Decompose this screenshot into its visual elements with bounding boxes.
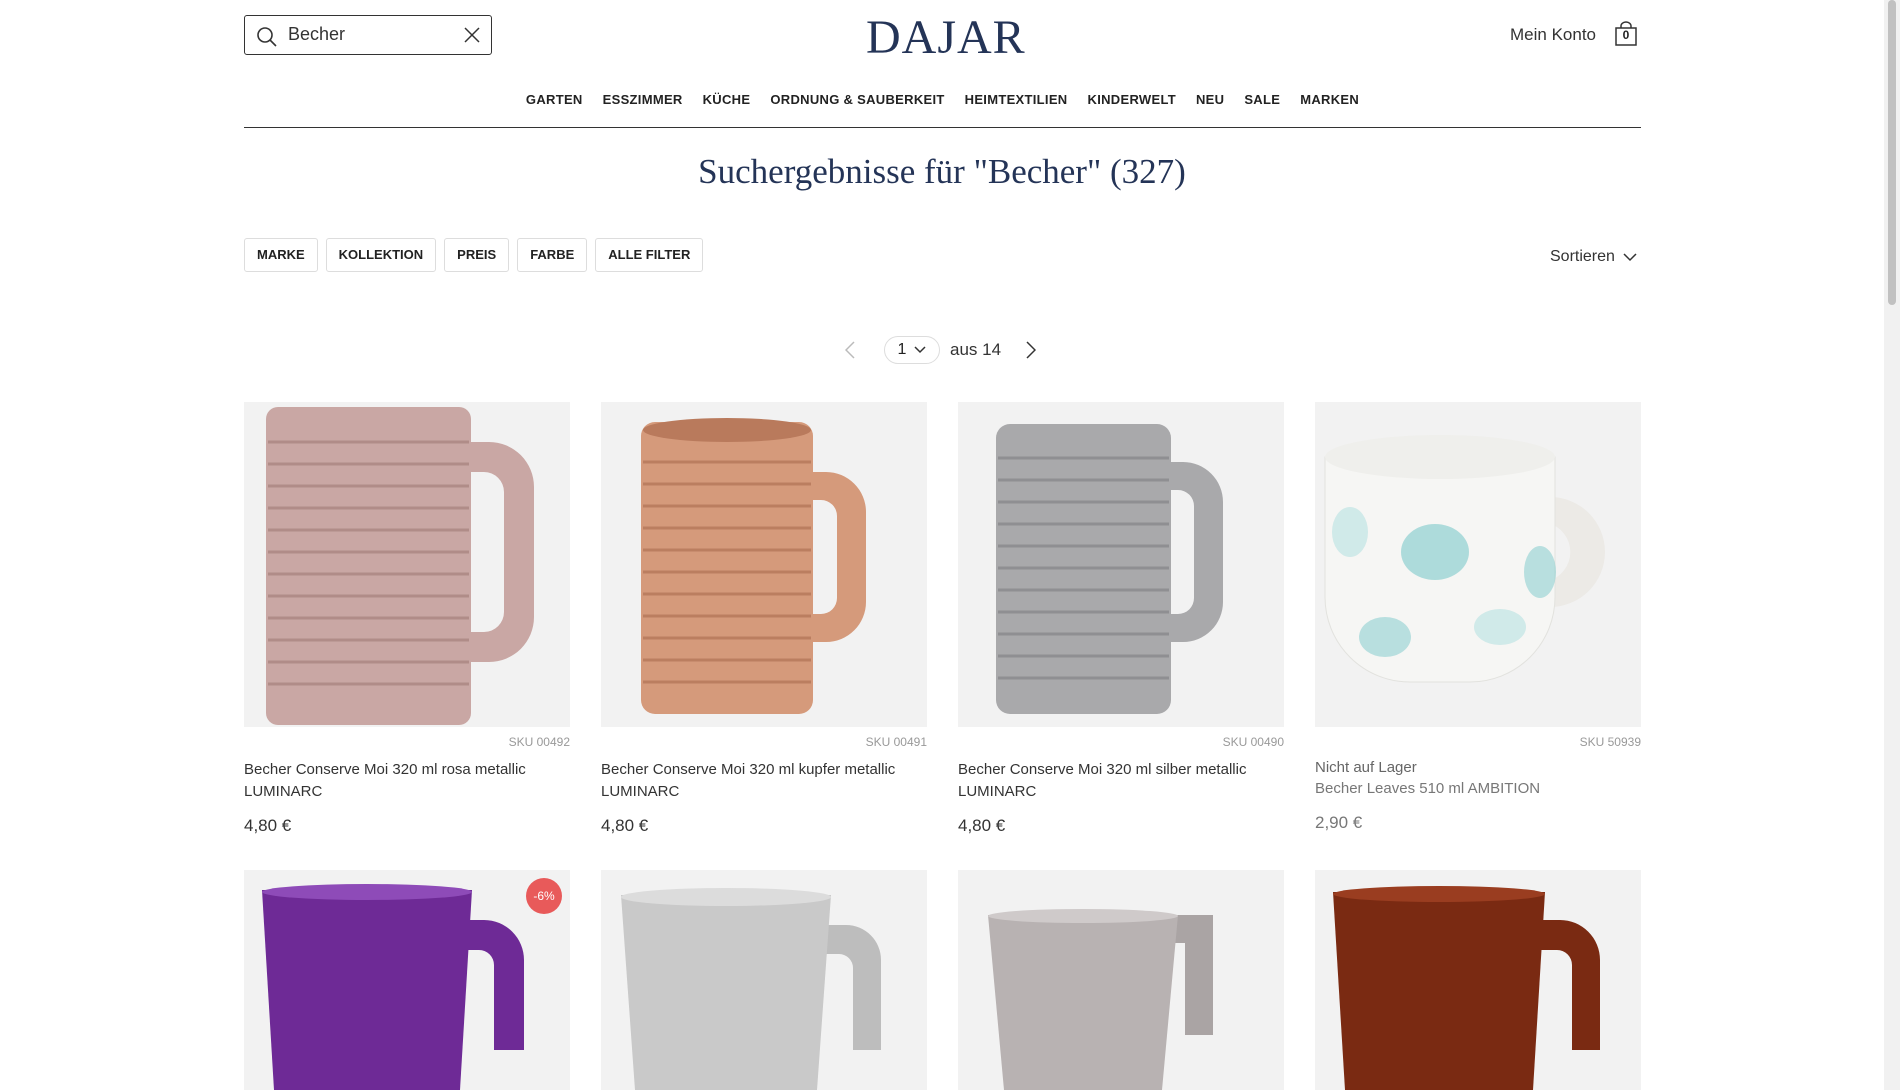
product-card[interactable]: SKU 00491 Becher Conserve Moi 320 ml kup… xyxy=(601,402,927,836)
product-image[interactable] xyxy=(958,402,1284,727)
product-image[interactable] xyxy=(1315,870,1641,1090)
nav-item-marken[interactable]: MARKEN xyxy=(1300,92,1359,107)
search-box[interactable]: Becher xyxy=(244,15,492,55)
next-page-button[interactable] xyxy=(1021,338,1041,362)
stock-status: Nicht auf Lager xyxy=(1315,759,1417,776)
product-card[interactable] xyxy=(601,870,927,1090)
filter-preis[interactable]: PREIS xyxy=(444,238,510,272)
filter-marke[interactable]: MARKE xyxy=(244,238,318,272)
nav-item-heimtextilien[interactable]: HEIMTEXTILIEN xyxy=(965,92,1068,107)
nav-item-esszimmer[interactable]: ESSZIMMER xyxy=(603,92,683,107)
search-icon xyxy=(256,26,278,53)
sort-dropdown[interactable]: Sortieren xyxy=(1550,248,1637,266)
nav-item-kueche[interactable]: KÜCHE xyxy=(703,92,751,107)
product-price: 4,80 € xyxy=(244,816,292,835)
brown-mug-icon xyxy=(1333,886,1600,1090)
product-image[interactable] xyxy=(244,402,570,727)
product-card[interactable] xyxy=(958,870,1284,1090)
nav-item-neu[interactable]: NEU xyxy=(1196,92,1224,107)
ribbed-mug-icon xyxy=(641,418,866,714)
page-title: Suchergebnisse für "Becher" (327) xyxy=(698,152,1186,191)
page-select[interactable]: 1 xyxy=(884,336,940,364)
nav-item-kinderwelt[interactable]: KINDERWELT xyxy=(1088,92,1176,107)
chevron-left-icon xyxy=(845,341,855,359)
chevron-down-icon xyxy=(1623,252,1637,261)
grey-metallic-mug-icon xyxy=(988,909,1213,1090)
filter-kollektion[interactable]: KOLLEKTION xyxy=(325,238,437,272)
product-image[interactable]: -6% xyxy=(244,870,570,1090)
close-icon[interactable] xyxy=(463,26,481,49)
product-price: 2,90 € xyxy=(1315,813,1363,832)
cart-count: 0 xyxy=(1622,28,1630,42)
product-name[interactable]: Becher Conserve Moi 320 ml silber metall… xyxy=(958,759,1284,803)
nav-item-garten[interactable]: GARTEN xyxy=(526,92,583,107)
product-image[interactable] xyxy=(1315,402,1641,727)
main-nav: GARTEN ESSZIMMER KÜCHE ORDNUNG & SAUBERK… xyxy=(244,92,1641,107)
purple-mug-icon xyxy=(262,884,524,1090)
product-name[interactable]: Becher Leaves 510 ml AMBITION xyxy=(1315,778,1641,800)
product-sku: SKU 00490 xyxy=(1222,735,1284,749)
scrollbar-thumb[interactable] xyxy=(1888,0,1896,305)
product-image[interactable] xyxy=(601,870,927,1090)
page-current: 1 xyxy=(897,341,907,358)
page-total: aus 14 xyxy=(950,340,1002,359)
cart-button[interactable]: 0 xyxy=(1614,21,1638,47)
product-image[interactable] xyxy=(601,402,927,727)
product-card[interactable]: -6% xyxy=(244,870,570,1090)
ribbed-mug-icon xyxy=(996,424,1223,714)
product-sku: SKU 00491 xyxy=(865,735,927,749)
filter-farbe[interactable]: FARBE xyxy=(517,238,588,272)
product-card[interactable]: SKU 00492 Becher Conserve Moi 320 ml ros… xyxy=(244,402,570,836)
filter-bar: MARKE KOLLEKTION PREIS FARBE ALLE FILTER xyxy=(244,238,704,272)
brand-logo[interactable]: DAJAR xyxy=(866,10,1026,65)
product-price: 4,80 € xyxy=(601,816,649,835)
sort-label: Sortieren xyxy=(1550,248,1615,265)
account-link[interactable]: Mein Konto xyxy=(1510,25,1596,45)
product-price: 4,80 € xyxy=(958,816,1006,835)
product-name[interactable]: Becher Conserve Moi 320 ml kupfer metall… xyxy=(601,759,927,803)
product-sku: SKU 50939 xyxy=(1579,735,1641,749)
chevron-right-icon xyxy=(1026,341,1037,359)
page-scrollbar[interactable] xyxy=(1884,0,1900,1090)
product-card[interactable] xyxy=(1315,870,1641,1090)
pagination: 1 aus 14 xyxy=(840,334,1041,366)
ribbed-mug-icon xyxy=(266,407,534,725)
product-name[interactable]: Becher Conserve Moi 320 ml rosa metallic… xyxy=(244,759,570,803)
product-sku: SKU 00492 xyxy=(508,735,570,749)
discount-badge: -6% xyxy=(526,878,562,914)
product-card[interactable]: SKU 00490 Becher Conserve Moi 320 ml sil… xyxy=(958,402,1284,836)
prev-page-button[interactable] xyxy=(840,338,860,362)
filter-alle[interactable]: ALLE FILTER xyxy=(595,238,704,272)
leaf-pattern-mug-icon xyxy=(1324,435,1605,683)
product-image[interactable] xyxy=(958,870,1284,1090)
nav-item-sale[interactable]: SALE xyxy=(1244,92,1280,107)
search-input[interactable]: Becher xyxy=(288,24,345,45)
header-divider xyxy=(244,127,1641,128)
chevron-down-icon xyxy=(914,346,926,354)
silver-mug-icon xyxy=(621,888,881,1090)
product-card[interactable]: SKU 50939 Nicht auf Lager Becher Leaves … xyxy=(1315,402,1641,833)
nav-item-ordnung[interactable]: ORDNUNG & SAUBERKEIT xyxy=(770,92,944,107)
